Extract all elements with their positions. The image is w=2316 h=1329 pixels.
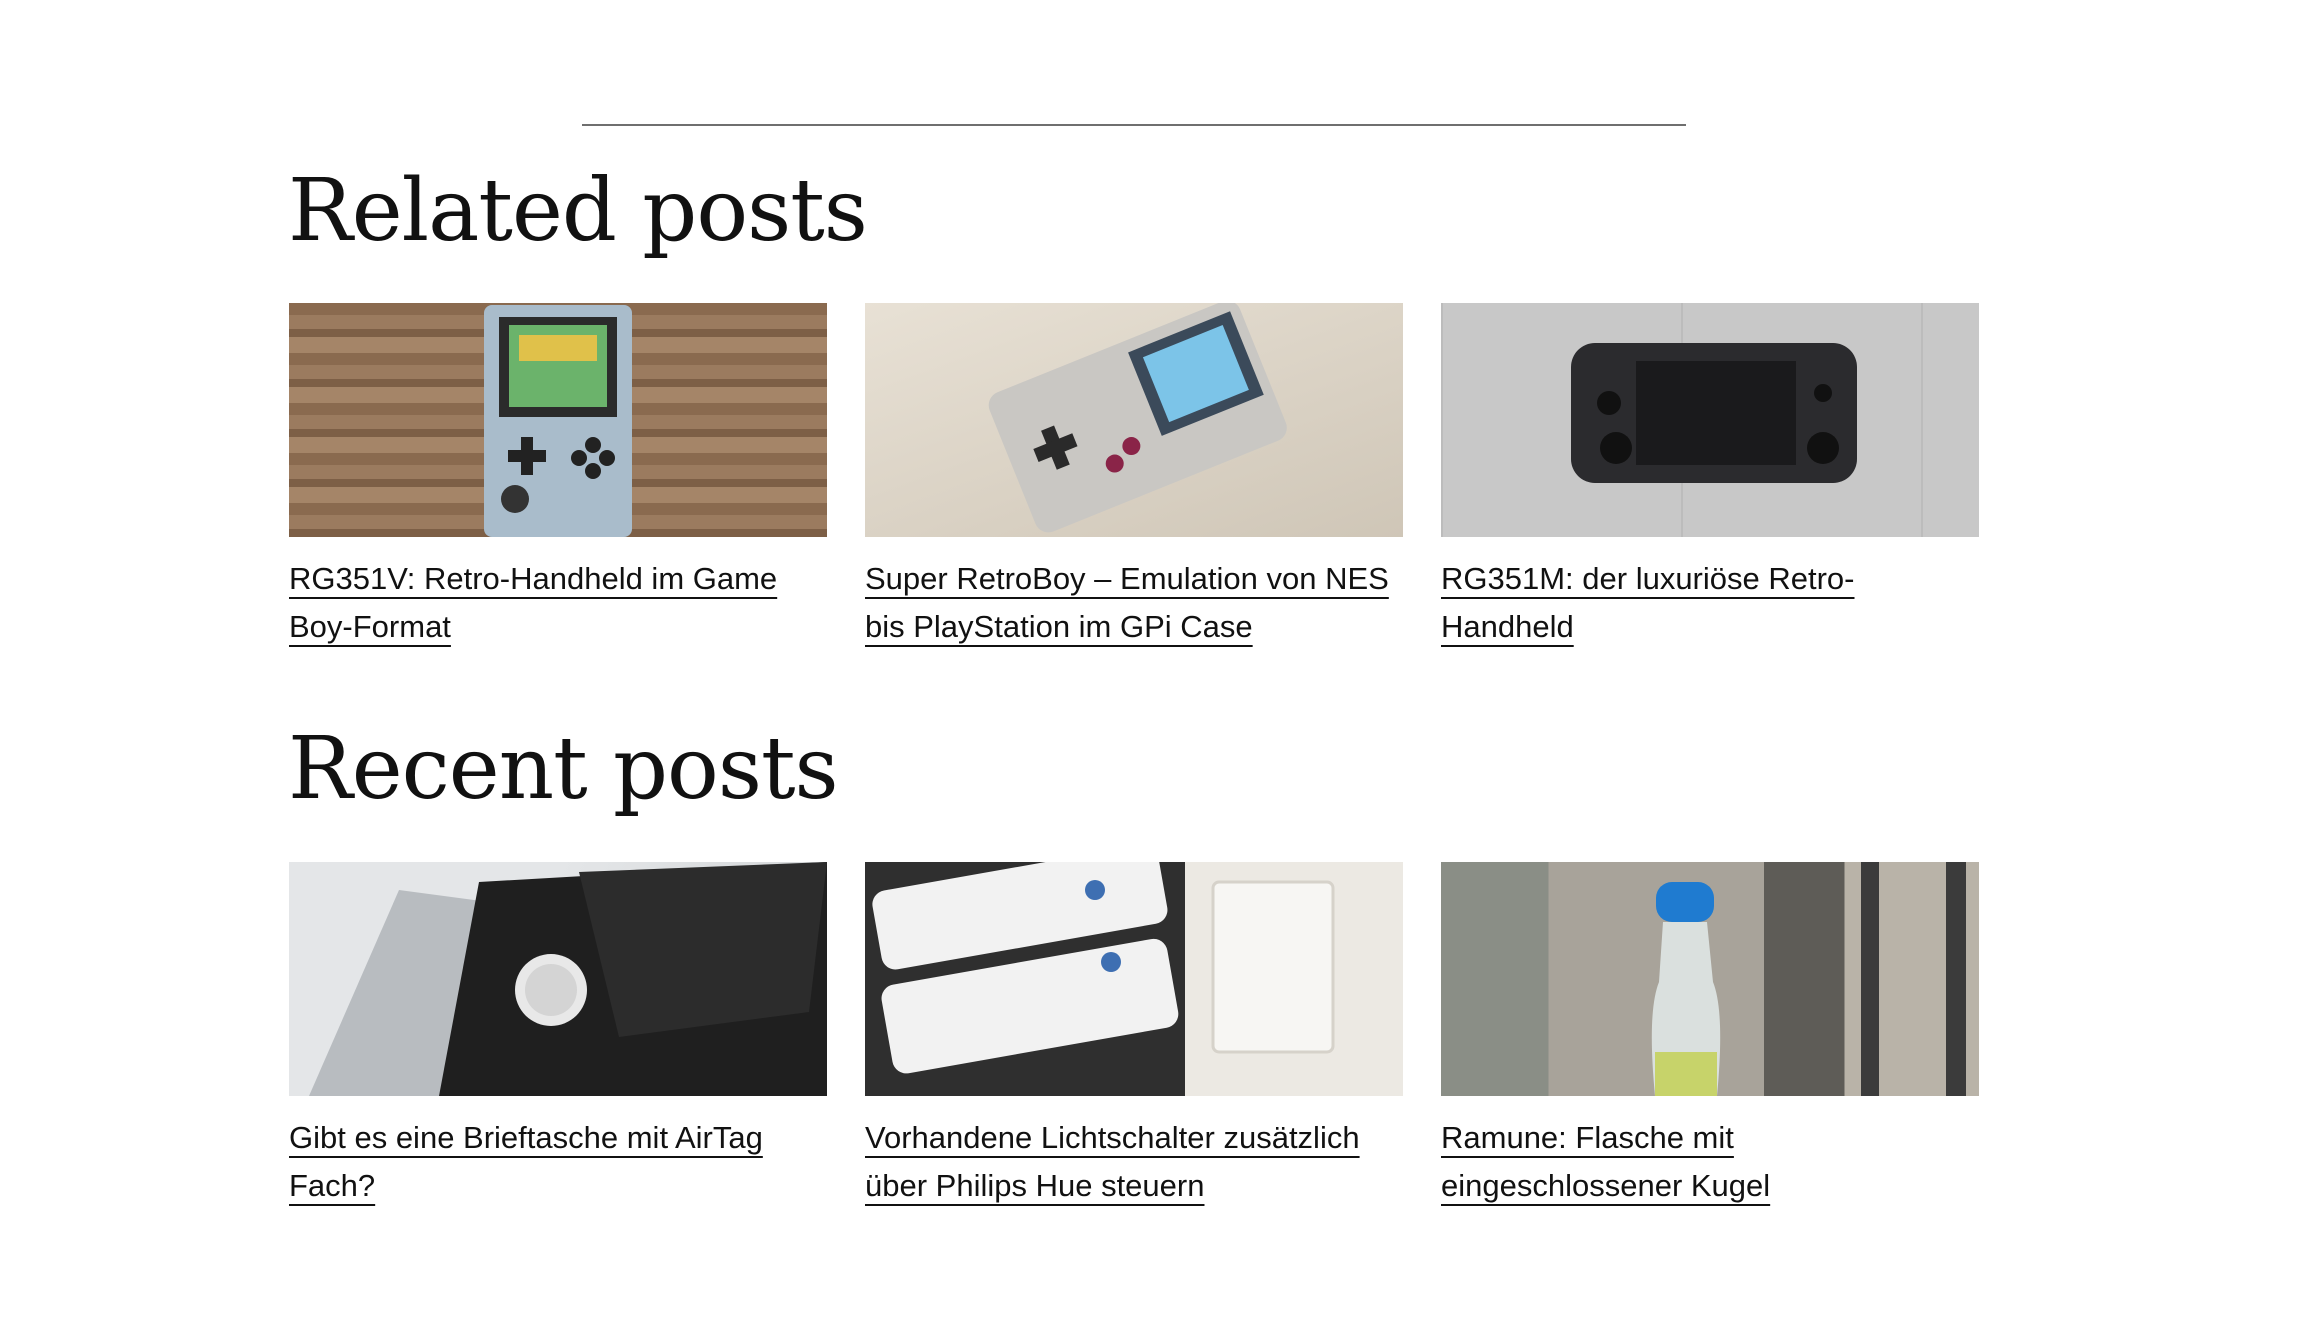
philips-hue-thumbnail[interactable]	[865, 862, 1403, 1096]
recent-post-card: Gibt es eine Brieftasche mit AirTag Fach…	[289, 862, 827, 1210]
recent-post-card: Ramune: Flasche mit eingeschlossener Kug…	[1441, 862, 1979, 1210]
related-post-card: RG351V: Retro-Handheld im Game Boy-Forma…	[289, 303, 827, 651]
recent-post-link[interactable]: Vorhandene Lichtschalter zusätzlich über…	[865, 1114, 1403, 1210]
ramune-bottle-thumbnail[interactable]	[1441, 862, 1979, 1096]
recent-post-link[interactable]: Ramune: Flasche mit eingeschlossener Kug…	[1441, 1114, 1979, 1210]
related-post-card: Super RetroBoy – Emulation von NES bis P…	[865, 303, 1403, 651]
recent-post-card: Vorhandene Lichtschalter zusätzlich über…	[865, 862, 1403, 1210]
related-post-link[interactable]: Super RetroBoy – Emulation von NES bis P…	[865, 555, 1403, 651]
recent-posts-heading: Recent posts	[288, 719, 839, 819]
related-post-card: RG351M: der luxuriöse Retro-Handheld	[1441, 303, 1979, 651]
section-divider	[582, 124, 1686, 126]
recent-post-link[interactable]: Gibt es eine Brieftasche mit AirTag Fach…	[289, 1114, 827, 1210]
retro-handheld-thumbnail[interactable]	[289, 303, 827, 537]
related-post-link[interactable]: RG351V: Retro-Handheld im Game Boy-Forma…	[289, 555, 827, 651]
gpi-case-thumbnail[interactable]	[865, 303, 1403, 537]
rg351m-thumbnail[interactable]	[1441, 303, 1979, 537]
related-posts-heading: Related posts	[288, 161, 868, 261]
wallet-airtag-thumbnail[interactable]	[289, 862, 827, 1096]
related-post-link[interactable]: RG351M: der luxuriöse Retro-Handheld	[1441, 555, 1979, 651]
